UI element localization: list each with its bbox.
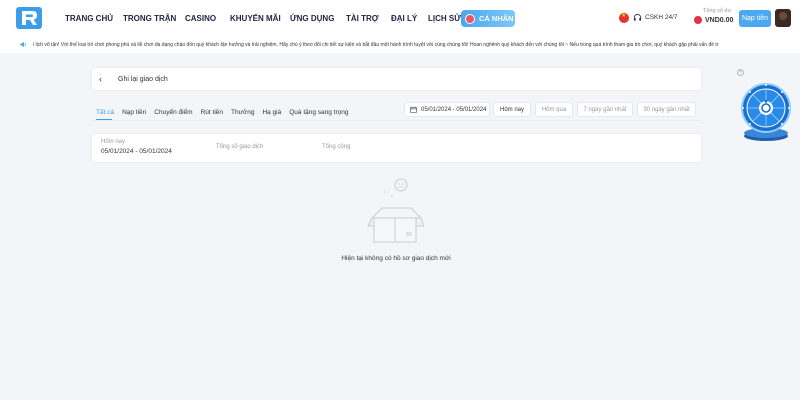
nav-trong-tran[interactable]: TRONG TRẬN — [123, 14, 176, 23]
top-navigation-bar: TRANG CHỦ TRONG TRẬN CASINO KHUYẾN MÃI Ứ… — [0, 0, 800, 36]
tab-all[interactable]: Tất cả — [96, 109, 114, 116]
filter-7days-button[interactable]: 7 ngày gần nhất — [577, 102, 633, 117]
tabs-divider — [92, 120, 701, 121]
nav-tai-tro[interactable]: TÀI TRỢ — [346, 14, 379, 23]
tab-transfer[interactable]: Chuyển điểm — [154, 109, 192, 116]
empty-box-icon — [367, 178, 424, 243]
brand-logo[interactable] — [16, 7, 42, 29]
page-header: ‹ Ghi lại giao dịch — [92, 68, 701, 90]
nav-ca-nhan[interactable]: CÁ NHÂN — [461, 10, 515, 27]
tab-withdraw[interactable]: Rút tiền — [201, 109, 223, 116]
user-circle-icon — [465, 13, 475, 24]
nav-ung-dung[interactable]: ỨNG DỤNG — [290, 14, 334, 23]
filter-today-button[interactable]: Hôm nay — [493, 102, 531, 117]
tab-rebate[interactable]: Hạ giá — [262, 109, 281, 116]
summary-total-label: Tổng cộng — [322, 144, 351, 150]
deposit-button[interactable]: Nạp tiền — [739, 10, 771, 27]
lucky-wheel-icon[interactable] — [736, 80, 796, 144]
tab-deposit[interactable]: Nạp tiền — [122, 109, 146, 116]
page-title: Ghi lại giao dịch — [118, 75, 168, 83]
tab-luxury-gift[interactable]: Quà tặng sang trọng — [289, 109, 348, 116]
marquee-text: i lịch vô tận! Với thế loại trò chơi pho… — [33, 41, 719, 48]
support-link[interactable]: CSKH 24/7 — [633, 13, 678, 22]
support-label: CSKH 24/7 — [645, 14, 678, 21]
nav-casino[interactable]: CASINO — [185, 14, 216, 23]
chevron-left-icon[interactable]: ‹ — [99, 74, 109, 84]
balance-label: Tổng số dư — [703, 8, 732, 14]
summary-period-label: Hôm nay — [101, 139, 126, 145]
empty-state-message: Hiện tại không có hồ sơ giao dịch mới — [341, 255, 451, 262]
balance-amount: VND0.00 — [705, 16, 734, 24]
nav-trang-chu[interactable]: TRANG CHỦ — [65, 14, 113, 23]
nav-khuyen-mai[interactable]: KHUYẾN MÃI — [230, 14, 281, 23]
summary-total-tx-label: Tổng số giao dịch — [216, 144, 264, 150]
announcement-marquee: i lịch vô tận! Với thế loại trò chơi pho… — [0, 36, 800, 53]
summary-card: Hôm nay 05/01/2024 - 05/01/2024 Tổng số … — [92, 134, 701, 162]
refresh-icon[interactable] — [694, 16, 702, 24]
filter-30days-button[interactable]: 30 ngày gần nhất — [637, 102, 696, 117]
transaction-type-tabs: Tất cả Nạp tiền Chuyển điểm Rút tiền Thư… — [96, 109, 357, 116]
tab-bonus[interactable]: Thưởng — [231, 109, 254, 116]
speaker-icon — [20, 41, 26, 48]
nav-lich-su[interactable]: LỊCH SỬ — [428, 14, 461, 23]
nav-dai-ly[interactable]: ĐẠI LÝ — [391, 14, 417, 23]
filter-yesterday-button[interactable]: Hôm qua — [535, 102, 573, 117]
close-icon[interactable]: × — [737, 69, 744, 76]
vietnam-flag-icon[interactable] — [619, 12, 629, 23]
headset-icon — [633, 13, 642, 21]
date-range-picker[interactable]: 05/01/2024 - 05/01/2024 — [404, 102, 490, 117]
avatar[interactable] — [775, 9, 791, 27]
active-tab-indicator — [96, 119, 112, 120]
date-range-value: 05/01/2024 - 05/01/2024 — [421, 106, 487, 113]
balance-value: VND0.00 — [694, 16, 733, 24]
summary-period-value: 05/01/2024 - 05/01/2024 — [101, 148, 172, 155]
calendar-icon — [410, 106, 417, 113]
nav-ca-nhan-label: CÁ NHÂN — [479, 14, 514, 23]
